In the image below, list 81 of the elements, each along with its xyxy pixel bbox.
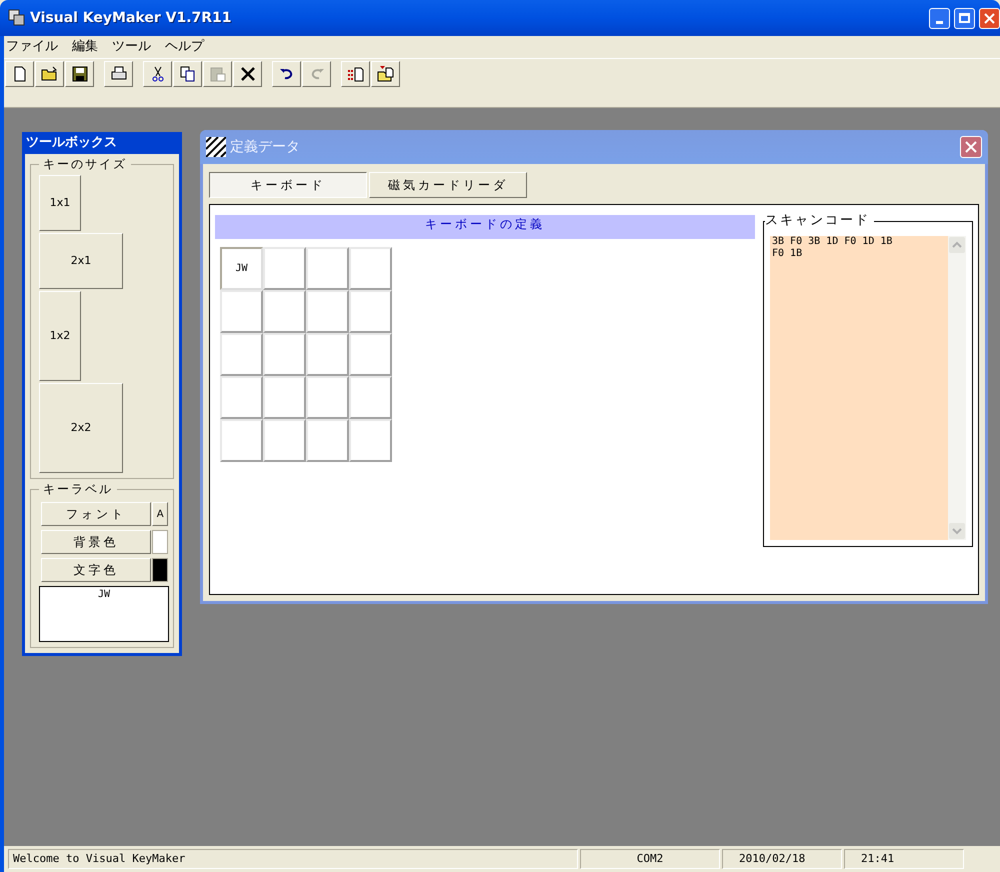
key-cell[interactable] — [220, 419, 263, 462]
key-size-button[interactable]: 2x2 — [39, 383, 123, 473]
pattern-icon — [206, 137, 226, 157]
toolbar-button[interactable] — [173, 60, 202, 86]
copy-icon — [178, 64, 196, 82]
group-label: キーラベル — [39, 481, 117, 497]
toolbox-title: ツールボックス — [22, 132, 182, 154]
key-cell[interactable] — [306, 333, 349, 376]
menu-item[interactable]: 編集 — [72, 37, 98, 57]
key-cell[interactable] — [349, 376, 392, 419]
group-label: スキャンコード — [765, 213, 874, 229]
toolbar-button[interactable] — [143, 60, 172, 86]
color-swatch[interactable] — [152, 530, 168, 554]
tab[interactable]: キーボード — [209, 172, 367, 198]
toolbar-button[interactable] — [35, 60, 64, 86]
folder-icon — [40, 64, 58, 82]
toolbar-button[interactable] — [371, 60, 400, 86]
printer-icon — [110, 64, 128, 82]
label-text-field[interactable]: JW — [39, 586, 169, 642]
toolbar-button[interactable] — [341, 60, 370, 86]
key-cell[interactable] — [349, 333, 392, 376]
key-cell[interactable] — [306, 376, 349, 419]
status-field: 21:41 — [844, 849, 964, 869]
menu-item[interactable]: ヘルプ — [165, 37, 204, 57]
scroll-up-icon — [948, 236, 966, 254]
window-title: Visual KeyMaker V1.7R11 — [30, 8, 232, 28]
key-label-button[interactable]: 背景色 — [41, 530, 152, 554]
key-cell[interactable] — [263, 247, 306, 290]
grid-page-icon — [346, 64, 364, 82]
scrollbar[interactable] — [948, 236, 966, 540]
scan-code-line: F0 1B — [772, 248, 804, 260]
menu-item[interactable]: ツール — [112, 37, 151, 57]
key-size-button[interactable]: 2x1 — [39, 233, 123, 289]
status-field: COM2 — [580, 849, 720, 869]
key-size-button[interactable]: 1x2 — [39, 291, 81, 381]
close-icon — [984, 12, 995, 24]
toolbar-button[interactable] — [104, 60, 133, 86]
close-button[interactable] — [960, 136, 982, 158]
key-cell[interactable] — [263, 419, 306, 462]
maximize-button[interactable] — [954, 8, 975, 28]
clipboard-icon — [208, 64, 226, 82]
group-label: キーのサイズ — [39, 156, 131, 172]
key-cell[interactable] — [349, 290, 392, 333]
toolbar-button[interactable] — [65, 60, 94, 86]
key-cell[interactable] — [263, 333, 306, 376]
app-icon — [8, 9, 26, 27]
key-size-button[interactable]: 1x1 — [39, 175, 81, 231]
minimize-button[interactable] — [929, 8, 950, 28]
key-cell[interactable] — [306, 290, 349, 333]
key-cell[interactable]: JW — [220, 247, 263, 290]
color-swatch[interactable] — [152, 558, 168, 582]
toolbar-button[interactable] — [272, 60, 301, 86]
key-cell[interactable] — [349, 419, 392, 462]
key-cell[interactable] — [220, 333, 263, 376]
status-field: Welcome to Visual KeyMaker — [8, 849, 578, 869]
delete-icon — [238, 64, 256, 82]
minimize-icon — [936, 20, 943, 24]
keyboard-heading: キーボードの定義 — [215, 215, 755, 239]
scan-code-line: 3B F0 3B 1D F0 1D 1B — [772, 236, 894, 248]
key-cell[interactable] — [349, 247, 392, 290]
font-preview: A — [152, 502, 168, 526]
key-cell[interactable] — [220, 290, 263, 333]
child-window-title: 定義データ — [230, 138, 300, 156]
status-field: 2010/02/18 — [722, 849, 842, 869]
key-cell[interactable] — [220, 376, 263, 419]
folder-page-icon — [376, 64, 394, 82]
tab[interactable]: 磁気カードリーダ — [369, 172, 527, 198]
close-button[interactable] — [979, 8, 1000, 28]
key-cell[interactable] — [263, 376, 306, 419]
toolbar-button[interactable] — [233, 60, 262, 86]
key-cell[interactable] — [263, 290, 306, 333]
maximize-icon — [959, 13, 970, 23]
scroll-down-icon — [948, 522, 966, 540]
key-cell[interactable] — [306, 419, 349, 462]
key-label-button[interactable]: フォント — [41, 502, 152, 526]
toolbar-button[interactable] — [5, 60, 34, 86]
key-cell[interactable] — [306, 247, 349, 290]
close-icon — [965, 141, 977, 153]
menu-item[interactable]: ファイル — [6, 37, 58, 57]
key-label-button[interactable]: 文字色 — [41, 558, 152, 582]
scan-code-field[interactable]: 3B F0 3B 1D F0 1D 1B F0 1B — [770, 236, 966, 540]
